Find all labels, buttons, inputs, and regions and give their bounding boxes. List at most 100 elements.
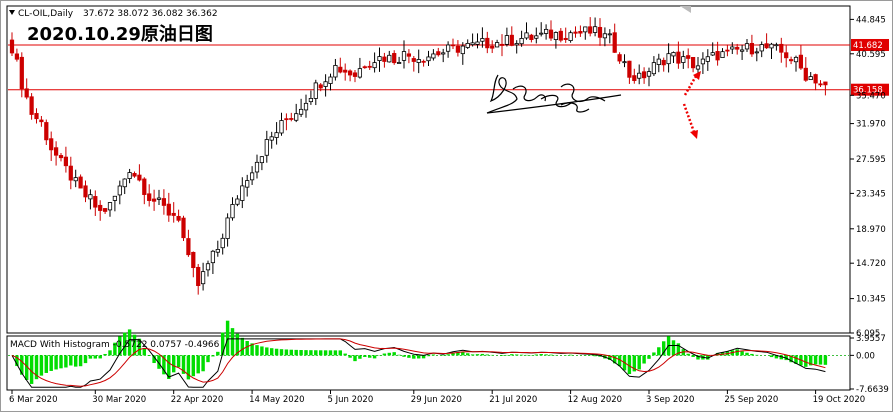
candle-body [824, 82, 827, 85]
candle-body [402, 52, 405, 61]
time-tick-label: 19 Oct 2020 [813, 395, 866, 405]
candle-body [417, 59, 420, 62]
candle-body [177, 216, 180, 220]
chart-title: 2020.10.29原油日图 [27, 23, 213, 45]
macd-histogram-bar [750, 354, 753, 355]
macd-histogram-bar [54, 355, 57, 369]
price-tick-label: 35.470 [856, 91, 886, 101]
candle-body [711, 53, 714, 55]
candle-body [172, 213, 175, 215]
macd-histogram-bar [265, 347, 268, 355]
candle [182, 216, 185, 241]
candle-body [652, 63, 655, 74]
candle-body [89, 195, 92, 199]
macd-histogram-bar [814, 355, 817, 364]
macd-histogram-bar [216, 352, 219, 356]
candle-body [726, 50, 729, 51]
macd-histogram-bar [466, 353, 469, 355]
time-tick-label: 14 May 2020 [249, 395, 304, 405]
macd-histogram-bar [432, 354, 435, 355]
macd-histogram-bar [535, 354, 538, 355]
macd-histogram-bar [89, 355, 92, 358]
candle-body [539, 33, 542, 34]
candle-body [265, 140, 268, 156]
candle-body [490, 46, 493, 48]
candle-body [427, 57, 430, 61]
candle-body [794, 57, 797, 61]
price-tick-label: 10.345 [856, 295, 886, 305]
candle-body [530, 35, 533, 39]
candle-body [471, 43, 474, 45]
candle-body [167, 204, 170, 215]
macd-histogram-bar [206, 355, 209, 362]
candle-body [123, 179, 126, 187]
candle-body [241, 186, 244, 201]
candle-body [113, 196, 116, 200]
candle-body [157, 198, 160, 199]
candle-body [819, 84, 822, 85]
candle-body [388, 55, 391, 62]
macd-histogram-bar [329, 350, 332, 355]
candle-body [103, 208, 106, 211]
macd-histogram-bar [642, 355, 645, 363]
candle-body [324, 82, 327, 87]
candle-body [206, 264, 209, 270]
macd-histogram-bar [500, 355, 503, 356]
candle-body [231, 204, 234, 217]
candle-body [35, 113, 38, 118]
macd-histogram-bar [745, 353, 748, 356]
candle-body [319, 85, 322, 88]
candle-body [554, 32, 557, 39]
macd-histogram-bar [314, 350, 317, 355]
macd-histogram-bar [686, 354, 689, 356]
macd-histogram-bar [657, 347, 660, 355]
macd-histogram-bar [339, 350, 342, 355]
candle-body [84, 186, 87, 197]
macd-histogram-bar [79, 355, 82, 366]
candle-body [456, 46, 459, 52]
macd-histogram-bar [84, 355, 87, 363]
candle-body [10, 40, 13, 53]
macd-histogram-bar [407, 355, 410, 357]
candle-body [98, 205, 101, 210]
candle-body [760, 45, 763, 51]
price-tick-label: 44.845 [856, 15, 886, 25]
time-tick-label: 30 Mar 2020 [92, 395, 146, 405]
macd-histogram-bar [40, 355, 43, 375]
candle-body [392, 53, 395, 62]
macd-histogram-bar [427, 355, 430, 356]
candle-body [500, 44, 503, 45]
candle-body [799, 55, 802, 68]
macd-histogram-bar [397, 355, 400, 356]
candle-body [20, 57, 23, 88]
candle-body [94, 196, 97, 207]
price-tick-label: 23.345 [856, 189, 886, 199]
candle-body [549, 30, 552, 38]
macd-histogram-bar [231, 328, 234, 355]
price-tick-label: 31.970 [856, 120, 886, 130]
price-tick-label: 18.970 [856, 225, 886, 235]
macd-histogram-bar [201, 355, 204, 371]
macd-histogram-bar [74, 355, 77, 366]
candle-body [564, 38, 567, 39]
candle-body [740, 50, 743, 51]
chart-canvas: 41.68236.158 44.84540.59535.47031.97027.… [1, 1, 893, 413]
macd-histogram-bar [299, 350, 302, 355]
candle-body [348, 71, 351, 75]
candle-body [255, 162, 258, 172]
candle-body [814, 75, 817, 83]
macd-histogram-bar [285, 349, 288, 355]
candle-body [486, 38, 489, 48]
candle-body [162, 199, 165, 206]
macd-histogram-bar [515, 354, 518, 355]
macd-histogram-bar [196, 355, 199, 373]
candle-body [657, 59, 660, 64]
candle-body [304, 103, 307, 110]
macd-tick-label: 3.9557 [856, 334, 886, 344]
macd-histogram-bar [64, 355, 67, 367]
candle-body [593, 27, 596, 33]
time-tick-label: 5 Jun 2020 [328, 395, 374, 405]
candle-body [750, 43, 753, 54]
macd-histogram-bar [392, 352, 395, 355]
time-tick-label: 12 Aug 2020 [568, 395, 622, 405]
